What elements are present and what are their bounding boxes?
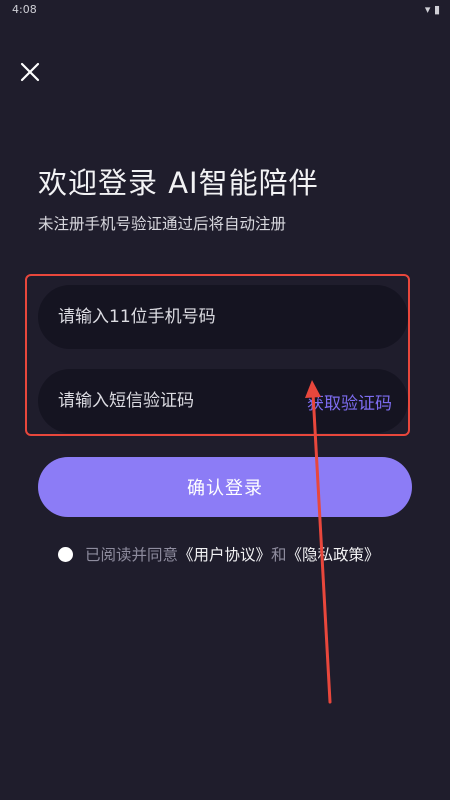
close-button[interactable] — [18, 60, 42, 84]
phone-field-container — [38, 285, 408, 349]
get-code-button[interactable]: 获取验证码 — [307, 389, 392, 414]
status-time: 4:08 — [12, 3, 37, 16]
user-agreement-link[interactable]: 《用户协议》 — [178, 543, 271, 565]
status-bar: 4:08 ▾ ▮ — [0, 0, 450, 22]
agreement-prefix: 已阅读并同意 — [85, 546, 179, 564]
page-subtitle: 未注册手机号验证通过后将自动注册 — [38, 215, 287, 233]
status-icons: ▾ ▮ — [424, 3, 440, 16]
privacy-policy-link[interactable]: 《隐私政策》 — [287, 543, 380, 565]
page-title: 欢迎登录 AI智能陪伴 — [38, 166, 319, 200]
agreement-and: 和 — [271, 546, 287, 564]
phone-input[interactable] — [38, 285, 408, 349]
login-button[interactable]: 确认登录 — [38, 457, 412, 517]
agreement-row: 已阅读并同意 《用户协议》 和 《隐私政策》 — [58, 542, 380, 566]
close-icon — [20, 62, 40, 82]
agree-radio[interactable] — [58, 546, 73, 562]
code-field-container: 获取验证码 — [38, 369, 408, 433]
